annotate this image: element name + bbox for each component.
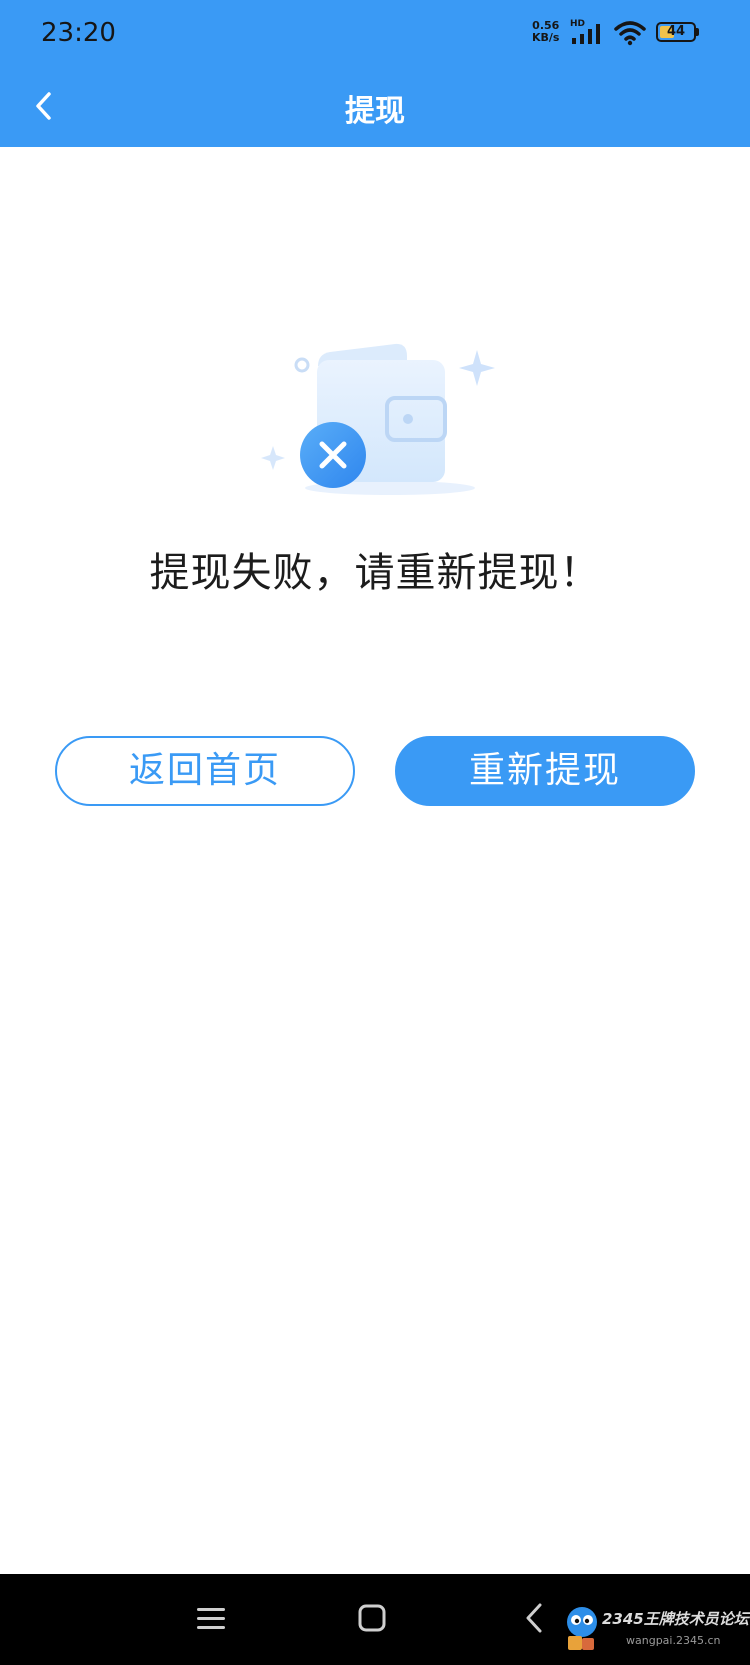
- nav-back-button[interactable]: [510, 1594, 560, 1644]
- retry-withdraw-button[interactable]: 重新提现: [395, 736, 695, 806]
- home-button[interactable]: [347, 1594, 397, 1644]
- mascot-logo-icon: [567, 1607, 597, 1650]
- menu-button[interactable]: [186, 1594, 236, 1644]
- withdraw-result-screen: 23:20 0.56 KB/s HD 44 提现 提现失败，请重新提现！ 返回首…: [0, 0, 750, 1665]
- signal-icon: [572, 24, 600, 44]
- app-bar: 提现: [0, 66, 750, 147]
- back-icon: [526, 1603, 542, 1633]
- home-square-icon: [358, 1604, 386, 1632]
- battery-icon: 44: [656, 22, 699, 44]
- wallet-failed-icon: [261, 343, 495, 495]
- wifi-icon: [614, 21, 646, 46]
- status-time: 23:20: [41, 18, 116, 48]
- return-home-button[interactable]: 返回首页: [55, 736, 355, 806]
- failure-message: 提现失败，请重新提现！: [149, 550, 601, 596]
- network-speed-unit: KB/s: [532, 31, 560, 44]
- status-bar: 23:20 0.56 KB/s HD 44: [0, 0, 750, 66]
- network-speed: 0.56 KB/s: [532, 20, 559, 44]
- battery-level: 44: [666, 24, 686, 39]
- watermark-title: 2345王牌技术员论坛: [602, 1610, 749, 1628]
- page-title: 提现: [345, 94, 405, 129]
- menu-icon: [197, 1608, 225, 1629]
- forum-watermark: 2345王牌技术员论坛 wangpai.2345.cn: [562, 1604, 750, 1660]
- watermark-url: wangpai.2345.cn: [626, 1634, 721, 1647]
- battery-tip: [696, 28, 699, 36]
